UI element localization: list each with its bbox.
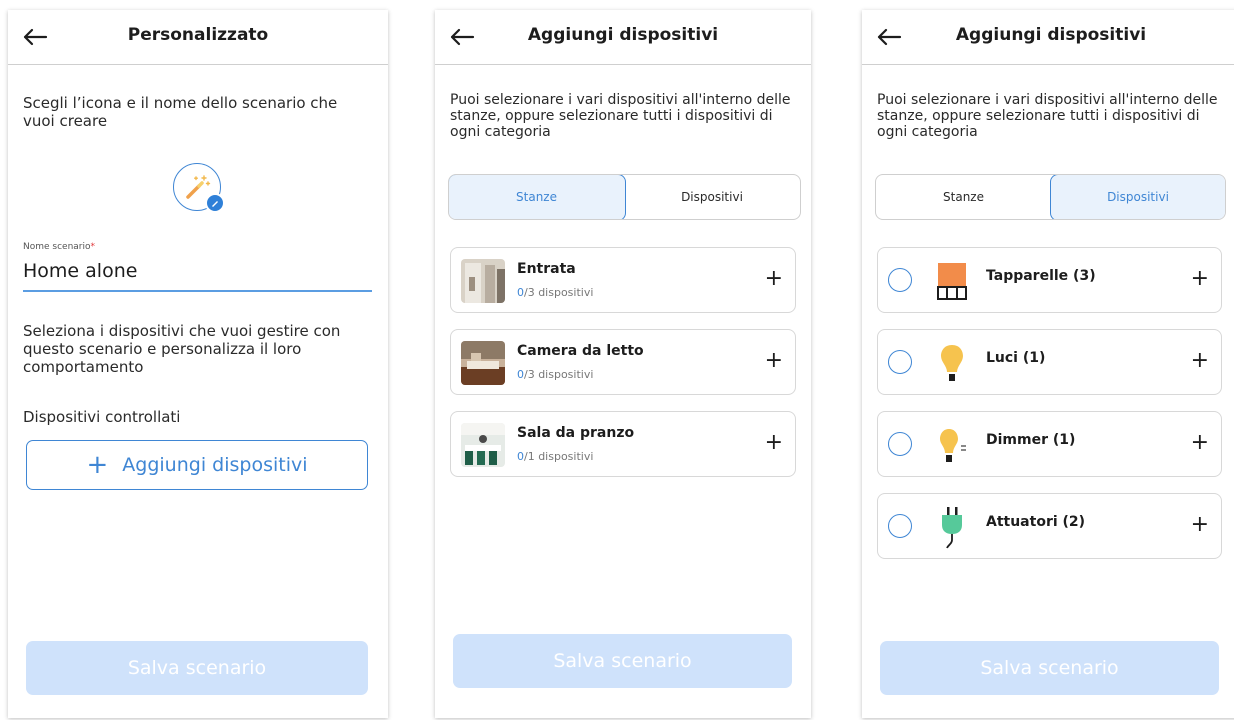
save-scenario-button[interactable]: Salva scenario [26, 641, 368, 695]
select-radio[interactable] [888, 350, 912, 374]
screen-add-devices-categories: Aggiungi dispositivi Puoi selezionare i … [862, 10, 1234, 718]
room-card-sala[interactable]: Sala da pranzo 0/1 dispositivi + [450, 411, 796, 477]
category-name: Attuatori (2) [986, 514, 1086, 530]
category-card-tapparelle[interactable]: Tapparelle (3) + [877, 247, 1222, 313]
add-category-button[interactable]: + [1191, 430, 1209, 456]
select-radio[interactable] [888, 432, 912, 456]
room-name: Sala da pranzo [517, 425, 635, 441]
required-mark: * [90, 242, 96, 252]
room-device-count: 0/3 dispositivi [517, 286, 594, 299]
intro-text: Puoi selezionare i vari dispositivi all'… [450, 92, 791, 140]
add-room-button[interactable]: + [765, 430, 783, 456]
page-title: Aggiungi dispositivi [955, 25, 1147, 45]
add-room-button[interactable]: + [765, 348, 783, 374]
add-devices-button[interactable]: + Aggiungi dispositivi [26, 440, 368, 490]
segmented-control: Stanze Dispositivi [448, 174, 801, 220]
category-card-dimmer[interactable]: Dimmer (1) + [877, 411, 1222, 477]
add-category-button[interactable]: + [1191, 348, 1209, 374]
tab-stanze[interactable]: Stanze [449, 175, 626, 219]
add-category-button[interactable]: + [1191, 266, 1209, 292]
save-scenario-button[interactable]: Salva scenario [880, 641, 1219, 695]
light-bulb-icon [934, 341, 970, 385]
save-scenario-button[interactable]: Salva scenario [453, 634, 792, 688]
room-name: Camera da letto [517, 343, 644, 359]
room-name: Entrata [517, 261, 576, 277]
scenario-name-input[interactable]: Home alone [23, 260, 137, 282]
room-card-entrata[interactable]: Entrata 0/3 dispositivi + [450, 247, 796, 313]
intro-text: Puoi selezionare i vari dispositivi all'… [877, 92, 1218, 140]
intro-text: Scegli l’icona e il nome dello scenario … [23, 94, 338, 130]
tab-stanze[interactable]: Stanze [876, 175, 1051, 219]
segmented-control: Stanze Dispositivi [875, 174, 1226, 220]
category-name: Tapparelle (3) [986, 268, 1096, 284]
add-devices-label: Aggiungi dispositivi [122, 454, 308, 476]
controlled-devices-label: Dispositivi controllati [23, 408, 181, 426]
screen-add-devices-rooms: Aggiungi dispositivi Puoi selezionare i … [435, 10, 811, 718]
add-room-button[interactable]: + [765, 266, 783, 292]
page-title: Personalizzato [127, 25, 269, 45]
shutter-icon [934, 259, 970, 303]
dining-room-photo [461, 423, 505, 467]
category-card-luci[interactable]: Luci (1) + [877, 329, 1222, 395]
category-name: Luci (1) [986, 350, 1046, 366]
select-devices-text: Seleziona i dispositivi che vuoi gestire… [23, 322, 341, 376]
entrance-photo [461, 259, 505, 303]
room-device-count: 0/3 dispositivi [517, 368, 594, 381]
screen-personalizzato: Personalizzato Scegli l’icona e il nome … [8, 10, 388, 718]
select-radio[interactable] [888, 268, 912, 292]
edit-pencil-icon[interactable] [205, 193, 225, 213]
tab-dispositivi[interactable]: Dispositivi [1049, 175, 1225, 219]
dimmer-bulb-icon [934, 423, 970, 467]
app-bar: Personalizzato [8, 10, 388, 65]
plus-icon: + [86, 450, 109, 480]
input-underline [23, 290, 372, 292]
tab-dispositivi[interactable]: Dispositivi [624, 175, 800, 219]
category-name: Dimmer (1) [986, 432, 1076, 448]
select-radio[interactable] [888, 514, 912, 538]
app-bar: Aggiungi dispositivi [862, 10, 1234, 65]
app-bar: Aggiungi dispositivi [435, 10, 811, 65]
bedroom-photo [461, 341, 505, 385]
name-field-label: Nome scenario* [23, 242, 96, 252]
page-title: Aggiungi dispositivi [527, 25, 719, 45]
add-category-button[interactable]: + [1191, 512, 1209, 538]
category-card-attuatori[interactable]: Attuatori (2) + [877, 493, 1222, 559]
plug-icon [934, 505, 970, 549]
room-device-count: 0/1 dispositivi [517, 450, 594, 463]
room-card-camera[interactable]: Camera da letto 0/3 dispositivi + [450, 329, 796, 395]
